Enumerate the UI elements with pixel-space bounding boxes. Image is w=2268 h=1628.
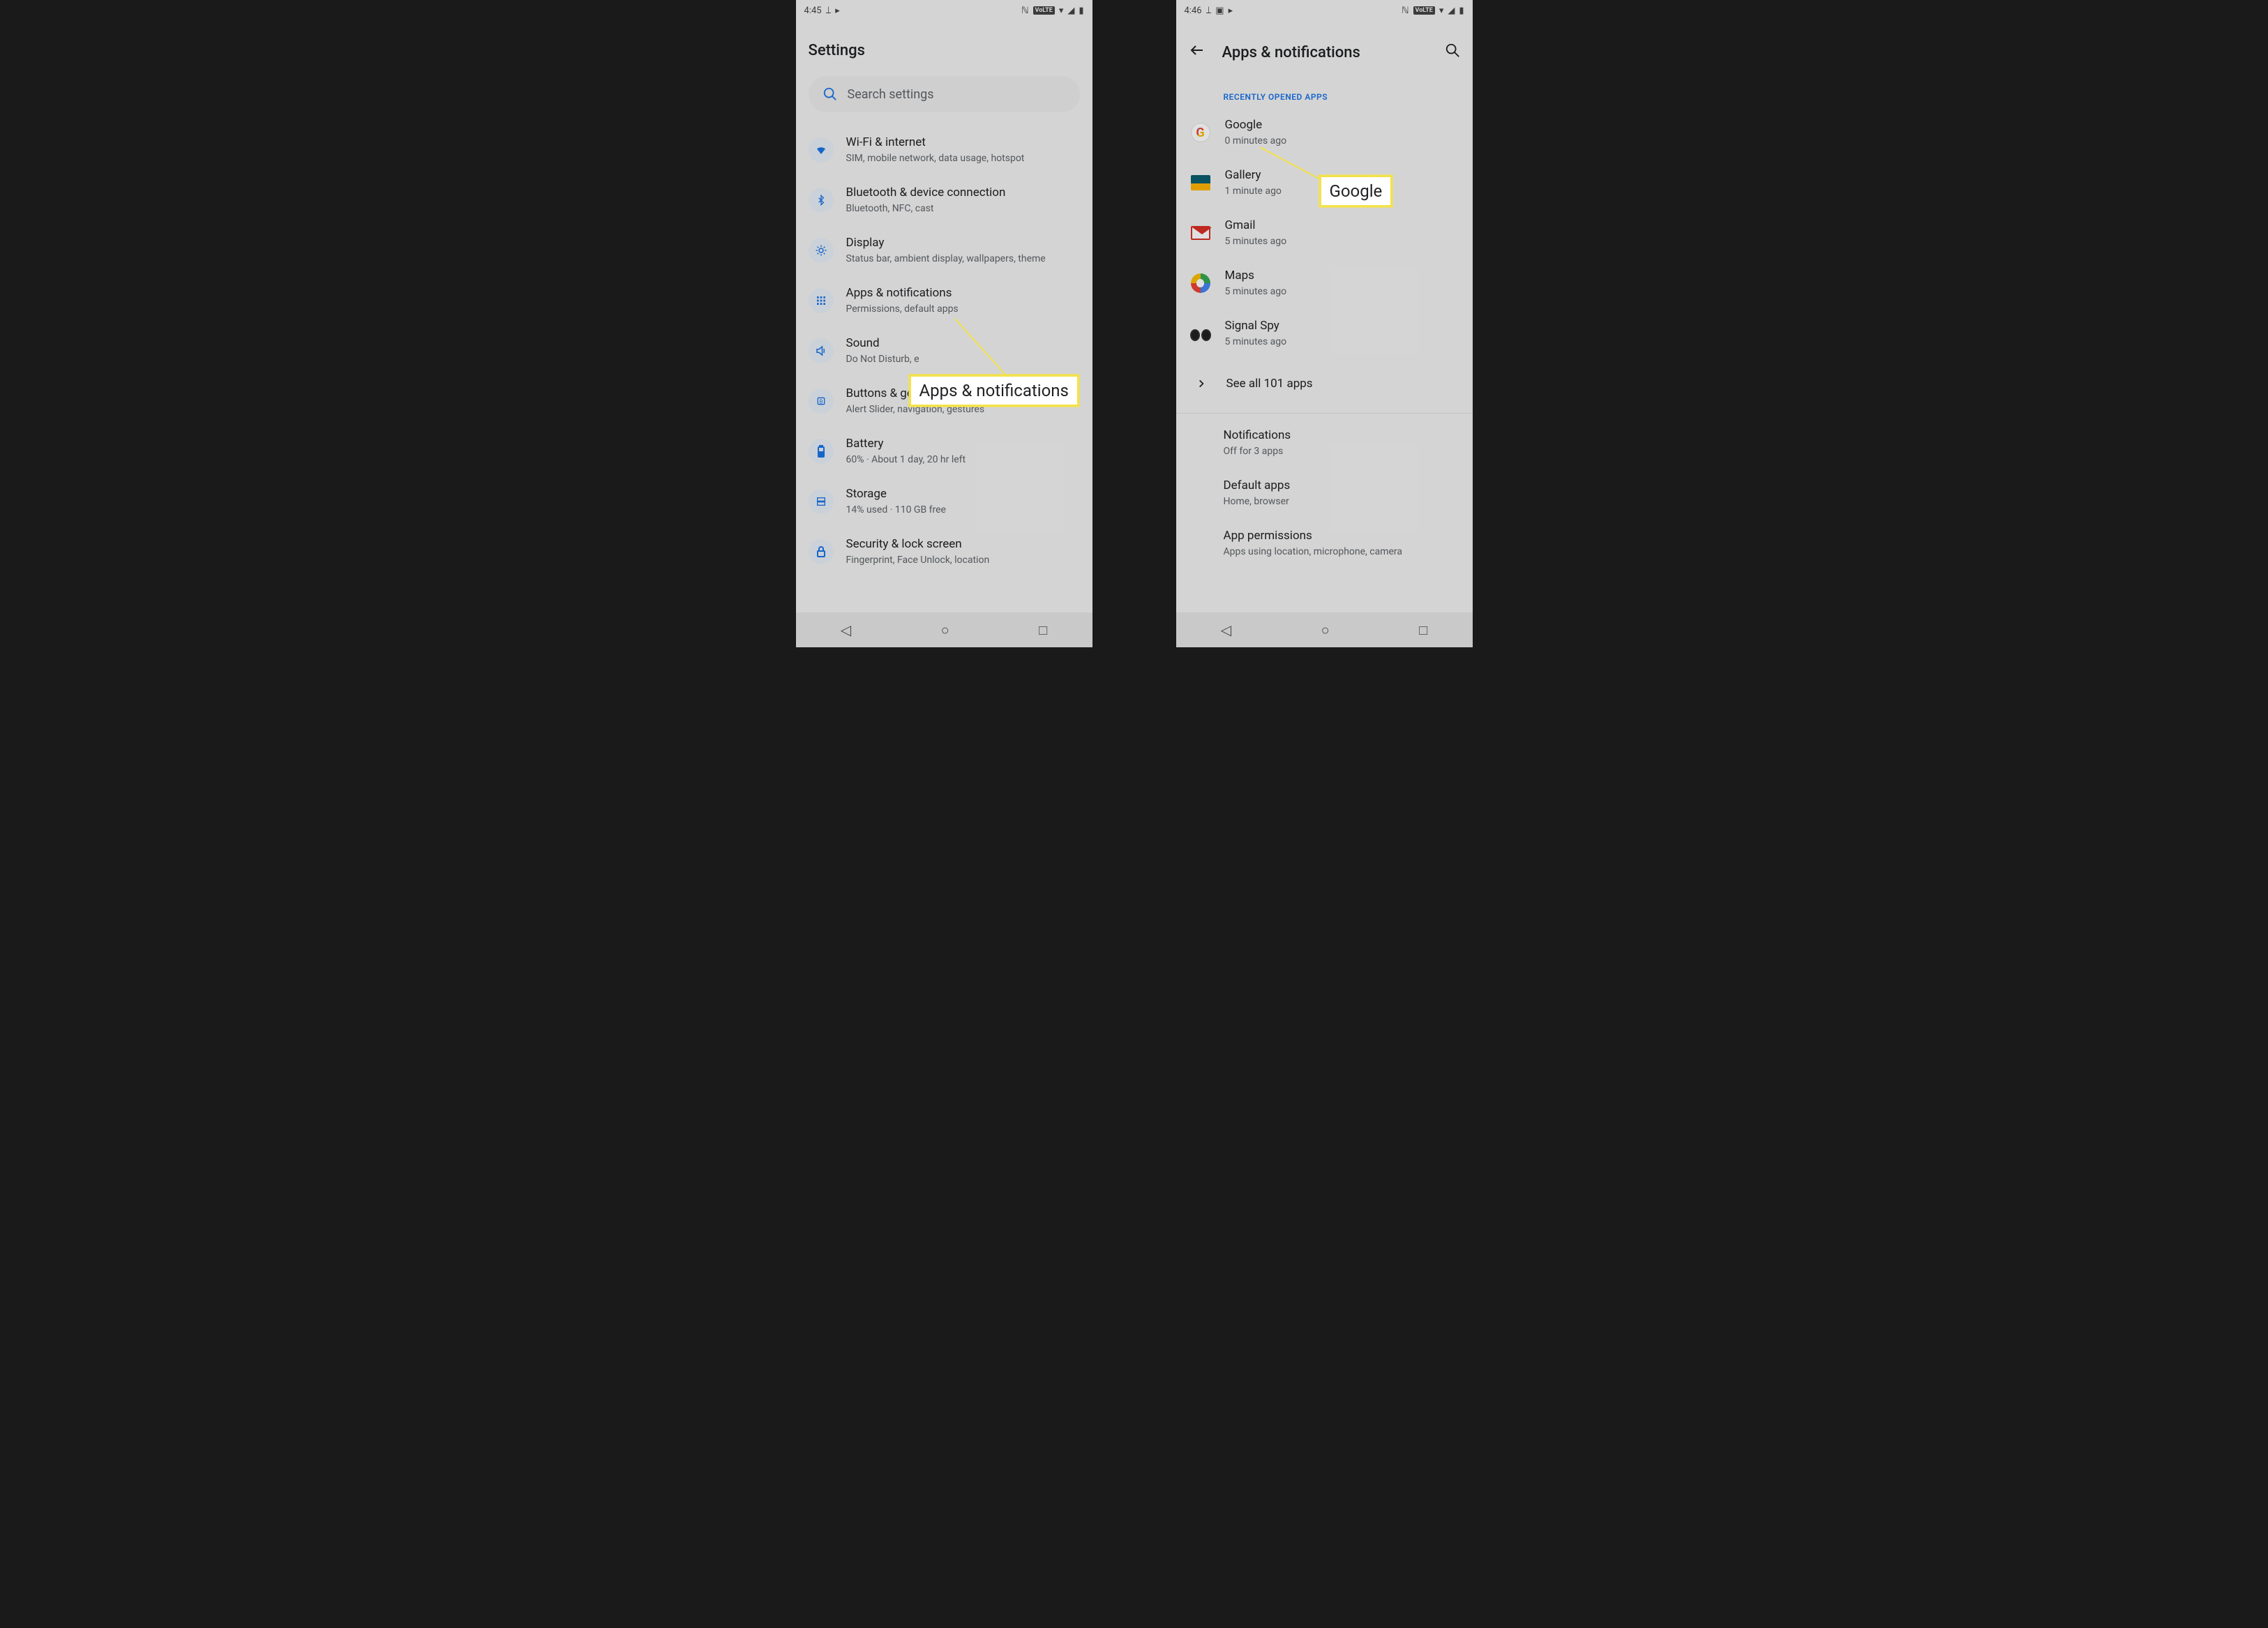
- callout-google: Google: [1319, 175, 1393, 207]
- item-default-apps[interactable]: Default appsHome, browser: [1176, 468, 1473, 518]
- carrier-icon: ⟘: [1206, 6, 1212, 16]
- nav-back-icon[interactable]: ◁: [841, 621, 851, 638]
- gallery-app-icon: [1189, 171, 1212, 195]
- play-icon: ▸: [835, 6, 840, 16]
- svg-text:B: B: [819, 398, 823, 405]
- page-title: Apps & notifications: [1222, 44, 1360, 61]
- wifi-icon: ▾: [1439, 6, 1444, 16]
- search-placeholder: Search settings: [848, 87, 934, 102]
- status-time: 4:46: [1185, 6, 1202, 16]
- battery-icon: ▮: [1079, 6, 1083, 16]
- lock-icon: [809, 539, 834, 564]
- status-bar: 4:45 ⟘ ▸ ℕ VoLTE ▾ ◢ ▮: [796, 0, 1092, 21]
- nav-bar: ◁ ○ □: [796, 612, 1092, 647]
- play-icon: ▸: [1229, 6, 1233, 16]
- settings-item-battery[interactable]: Battery60% · About 1 day, 20 hr left: [796, 426, 1092, 476]
- nfc-icon: ℕ: [1402, 6, 1409, 16]
- google-app-icon: G: [1189, 121, 1212, 144]
- settings-item-bluetooth[interactable]: Bluetooth & device connectionBluetooth, …: [796, 175, 1092, 225]
- page-title: Settings: [809, 42, 865, 59]
- nfc-icon: ℕ: [1021, 6, 1028, 16]
- apps-header: Apps & notifications: [1176, 21, 1473, 73]
- image-icon: ▣: [1215, 6, 1224, 16]
- signal-icon: ◢: [1067, 6, 1074, 16]
- search-icon: [823, 86, 838, 102]
- nav-recent-icon[interactable]: □: [1419, 621, 1427, 639]
- settings-item-wifi[interactable]: Wi-Fi & internetSIM, mobile network, dat…: [796, 125, 1092, 175]
- search-button[interactable]: [1445, 43, 1460, 62]
- item-app-permissions[interactable]: App permissionsApps using location, micr…: [1176, 518, 1473, 568]
- settings-item-security[interactable]: Security & lock screenFingerprint, Face …: [796, 527, 1092, 577]
- section-recently-opened: RECENTLY OPENED APPS: [1176, 73, 1473, 107]
- bluetooth-icon: [809, 188, 834, 213]
- settings-item-sound[interactable]: SoundDo Not Disturb, e: [796, 326, 1092, 376]
- apps-icon: [809, 288, 834, 313]
- divider: [1176, 413, 1473, 414]
- storage-icon: [809, 489, 834, 514]
- see-all-apps[interactable]: See all 101 apps: [1176, 359, 1473, 409]
- gestures-icon: B: [809, 389, 834, 414]
- chevron-right-icon: [1189, 371, 1214, 396]
- back-button[interactable]: [1189, 42, 1206, 63]
- phone-settings: 4:45 ⟘ ▸ ℕ VoLTE ▾ ◢ ▮ Settings Search s…: [796, 0, 1092, 647]
- status-time: 4:45: [804, 6, 822, 16]
- display-icon: [809, 238, 834, 263]
- sound-icon: [809, 338, 834, 363]
- settings-header: Settings: [796, 21, 1092, 69]
- settings-item-storage[interactable]: Storage14% used · 110 GB free: [796, 476, 1092, 527]
- settings-item-apps-notifications[interactable]: Apps & notificationsPermissions, default…: [796, 276, 1092, 326]
- battery-icon: ▮: [1459, 6, 1464, 16]
- volte-badge: VoLTE: [1033, 6, 1055, 15]
- nav-back-icon[interactable]: ◁: [1221, 621, 1231, 638]
- carrier-icon: ⟘: [826, 6, 832, 16]
- phone-apps-notifications: 4:46 ⟘ ▣ ▸ ℕ VoLTE ▾ ◢ ▮ Apps & notifica…: [1176, 0, 1473, 647]
- status-bar: 4:46 ⟘ ▣ ▸ ℕ VoLTE ▾ ◢ ▮: [1176, 0, 1473, 21]
- wifi-settings-icon: [809, 137, 834, 163]
- nav-recent-icon[interactable]: □: [1039, 621, 1047, 639]
- maps-app-icon: [1189, 271, 1212, 295]
- nav-home-icon[interactable]: ○: [1321, 621, 1330, 639]
- item-notifications[interactable]: NotificationsOff for 3 apps: [1176, 418, 1473, 468]
- gmail-app-icon: [1189, 221, 1212, 245]
- battery-settings-icon: [809, 439, 834, 464]
- nav-home-icon[interactable]: ○: [941, 621, 949, 639]
- app-item-gmail[interactable]: Gmail5 minutes ago: [1176, 208, 1473, 258]
- signal-icon: ◢: [1448, 6, 1455, 16]
- volte-badge: VoLTE: [1413, 6, 1435, 15]
- search-settings[interactable]: Search settings: [809, 76, 1080, 112]
- settings-item-display[interactable]: DisplayStatus bar, ambient display, wall…: [796, 225, 1092, 276]
- wifi-icon: ▾: [1059, 6, 1064, 16]
- callout-apps-notifications: Apps & notifications: [909, 375, 1079, 407]
- app-item-signal-spy[interactable]: Signal Spy5 minutes ago: [1176, 308, 1473, 359]
- app-item-maps[interactable]: Maps5 minutes ago: [1176, 258, 1473, 308]
- app-item-google[interactable]: G Google0 minutes ago: [1176, 107, 1473, 158]
- nav-bar: ◁ ○ □: [1176, 612, 1473, 647]
- signal-spy-app-icon: [1189, 322, 1212, 345]
